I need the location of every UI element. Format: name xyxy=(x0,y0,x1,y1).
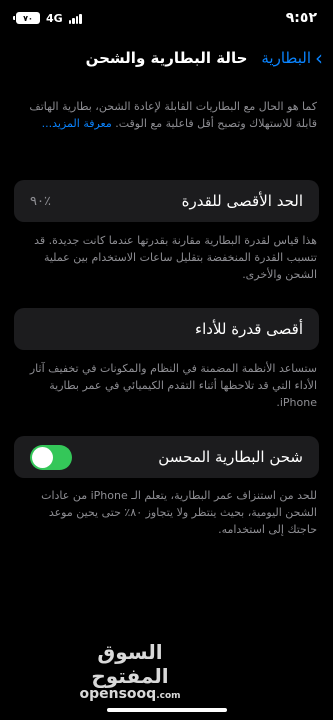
max-capacity-value: ٪٩٠ xyxy=(30,193,51,209)
chevron-back-icon: › xyxy=(315,46,323,70)
watermark-arabic: السوق المفتوح xyxy=(91,640,169,688)
battery-level: ٧٠ xyxy=(23,13,33,23)
home-indicator[interactable] xyxy=(106,708,227,712)
battery-icon: ٧٠ xyxy=(13,12,40,24)
optimized-charging-toggle[interactable] xyxy=(30,444,72,470)
clock: ٩:٥٢ xyxy=(285,10,317,26)
toggle-knob xyxy=(32,446,53,468)
optimized-charging-label: شحن البطارية المحسن xyxy=(158,448,303,466)
opensooq-watermark-logo: السوق المفتوح opensooq.com xyxy=(70,640,190,702)
max-capacity-row: الحد الأقصى للقدرة ٪٩٠ xyxy=(14,180,319,222)
watermark-latin: opensooq.com xyxy=(70,686,190,702)
peak-performance-footer: ستساعد الأنظمة المضمنة في النظام والمكون… xyxy=(29,362,317,409)
learn-more-link[interactable]: معرفة المزيد... xyxy=(42,117,112,130)
navigation-bar: › البطارية حالة البطارية والشحن xyxy=(0,44,333,72)
optimized-charging-footer: للحد من استنزاف عمر البطارية، يتعلم الـ … xyxy=(41,489,317,536)
status-indicators: ٧٠ 4G xyxy=(13,11,82,25)
max-capacity-footer: هذا قياس لقدرة البطارية مقارنة بقدرتها ع… xyxy=(34,234,317,281)
optimized-charging-row: شحن البطارية المحسن xyxy=(14,436,319,478)
watermark-suffix: .com xyxy=(156,691,181,701)
back-button[interactable]: › البطارية xyxy=(261,48,323,68)
signal-bars-icon xyxy=(68,13,82,24)
peak-performance-row: أقصى قدرة للأداء xyxy=(14,308,319,350)
peak-performance-label: أقصى قدرة للأداء xyxy=(195,320,303,338)
intro-text: كما هو الحال مع البطاريات القابلة لإعادة… xyxy=(16,98,317,132)
network-type: 4G xyxy=(46,11,63,25)
watermark-name: opensooq xyxy=(79,686,157,702)
status-bar: ٧٠ 4G ٩:٥٢ xyxy=(0,0,333,36)
max-capacity-label: الحد الأقصى للقدرة xyxy=(181,192,303,210)
page-title: حالة البطارية والشحن xyxy=(85,49,248,67)
back-label: البطارية xyxy=(261,49,311,67)
